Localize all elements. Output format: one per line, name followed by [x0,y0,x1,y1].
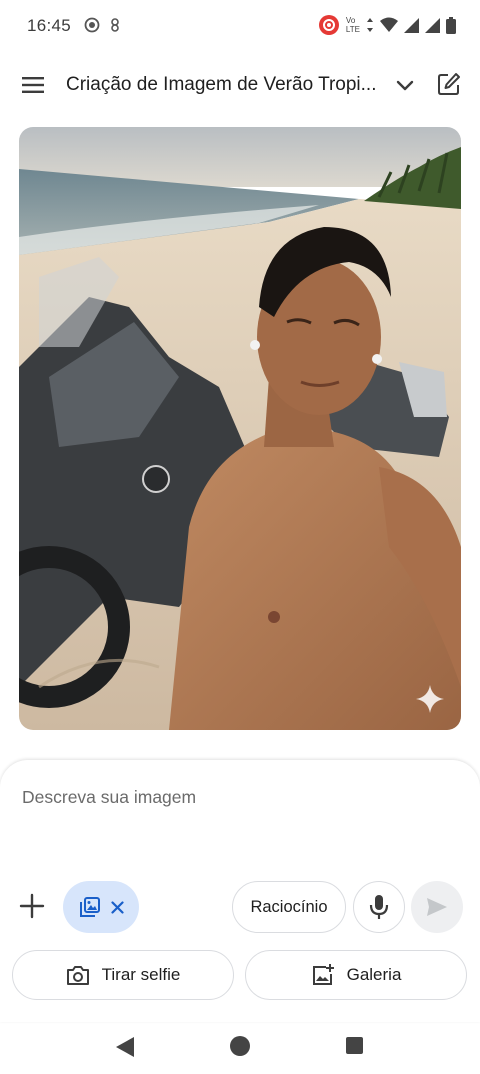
chevron-down-icon [396,80,414,91]
battery-icon [446,16,456,34]
home-icon[interactable] [230,1036,250,1056]
back-icon[interactable] [115,1036,135,1058]
data-arrows-icon [367,18,373,32]
image-edit-icon [79,897,100,917]
signal-icon [404,17,419,33]
camera-icon [66,966,89,985]
gallery-button[interactable]: Galeria [245,950,467,1000]
location-target-icon [84,17,100,33]
take-selfie-label: Tirar selfie [101,965,181,984]
status-bar: 16:45 Vo LTE [0,0,480,52]
signal-icon-2 [425,17,440,33]
plus-icon [19,893,45,919]
recents-icon[interactable] [346,1037,363,1054]
reasoning-button[interactable]: Raciocínio [232,881,346,933]
volte-label-bottom: LTE [345,25,360,34]
screen-record-icon [318,15,339,35]
take-selfie-button[interactable]: Tirar selfie [12,950,234,1000]
gallery-label: Galeria [346,965,402,984]
system-nav-bar [0,1022,480,1074]
prompt-input[interactable]: Descreva sua imagem [22,787,196,808]
mic-icon [369,895,389,919]
mic-button[interactable] [353,881,405,933]
edit-icon [438,73,460,95]
wifi-icon [380,17,398,32]
status-time: 16:45 [27,16,72,35]
send-icon [427,898,447,916]
volte-icon: Vo LTE [346,16,360,34]
sparkle-icon [416,685,444,713]
menu-icon [22,77,44,93]
menu-button[interactable] [20,72,46,98]
app-bar: Criação de Imagem de Verão Tropi... [0,62,480,108]
new-chat-button[interactable] [436,71,462,97]
volte-label-top: Vo [345,16,356,25]
add-button[interactable] [18,892,46,920]
title-dropdown-button[interactable] [392,72,418,98]
send-button[interactable] [411,881,463,933]
beach-selfie-illustration [19,127,461,730]
image-mode-chip[interactable] [63,881,139,933]
generated-photo[interactable] [19,127,461,730]
add-photo-icon [312,964,334,985]
fan-icon [111,18,119,32]
composer-sheet: Descreva sua imagem Raciocínio Tirar sel… [0,760,480,1022]
conversation-title[interactable]: Criação de Imagem de Verão Tropi... [66,74,386,96]
close-icon[interactable] [110,900,124,914]
